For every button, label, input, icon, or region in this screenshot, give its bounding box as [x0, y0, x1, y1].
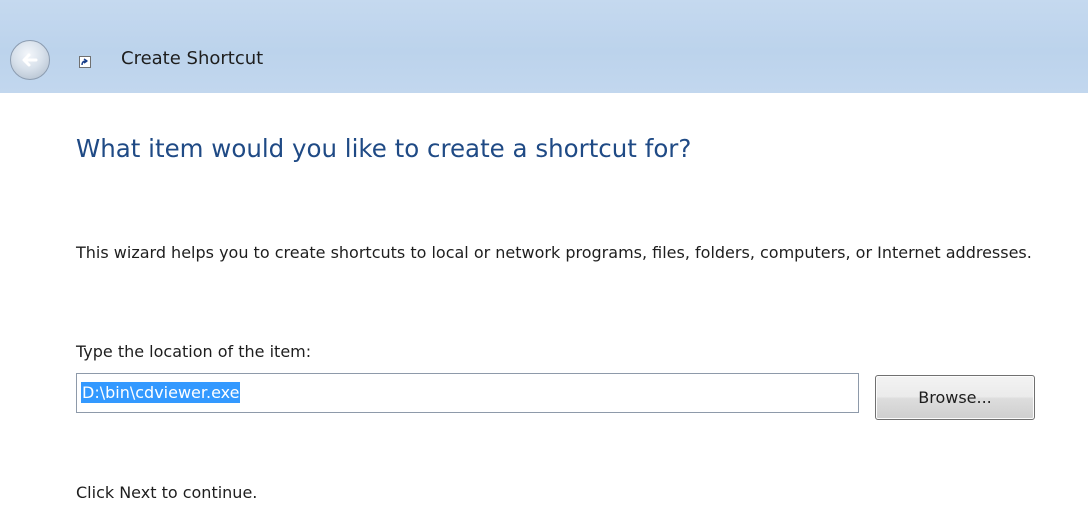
location-label: Type the location of the item:	[76, 342, 312, 361]
browse-button[interactable]: Browse...	[875, 375, 1035, 420]
back-button[interactable]	[10, 40, 50, 80]
location-input[interactable]: D:\bin\cdviewer.exe	[76, 373, 859, 413]
shortcut-icon	[79, 56, 91, 68]
wizard-heading: What item would you like to create a sho…	[76, 134, 692, 163]
window-title: Create Shortcut	[121, 48, 264, 69]
back-arrow-icon	[22, 53, 38, 67]
wizard-description: This wizard helps you to create shortcut…	[76, 243, 1032, 262]
title-bar: Create Shortcut	[0, 0, 1088, 93]
next-hint: Click Next to continue.	[76, 483, 258, 502]
location-input-value: D:\bin\cdviewer.exe	[81, 382, 241, 403]
